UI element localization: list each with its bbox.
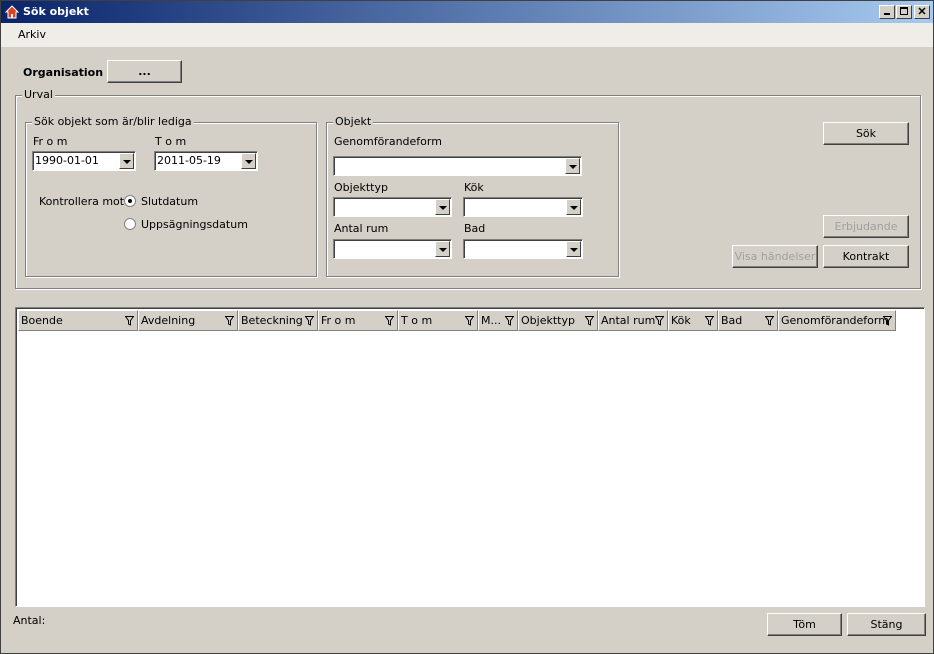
column-header-label: Antal rum [601, 314, 656, 327]
column-header-label: M... [481, 314, 501, 327]
filter-icon[interactable] [305, 316, 314, 326]
minimize-button[interactable] [879, 5, 895, 19]
urval-legend: Urval [22, 88, 55, 101]
filter-icon[interactable] [225, 316, 234, 326]
close-icon [918, 7, 926, 15]
column-header[interactable]: Genomförandeform [778, 310, 896, 331]
radio-uppsagningsdatum-label[interactable]: Uppsägningsdatum [141, 218, 248, 231]
genomforandeform-select[interactable] [333, 156, 582, 176]
column-header[interactable]: M... [478, 310, 518, 331]
urval-group: Urval Sök objekt som är/blir lediga Fr o… [15, 88, 921, 289]
filter-icon[interactable] [385, 316, 394, 326]
kok-label: Kök [464, 181, 484, 194]
objekttyp-select[interactable] [333, 197, 452, 217]
column-header[interactable]: Bad [718, 310, 778, 331]
objekttyp-dropdown-button[interactable] [435, 199, 450, 215]
column-header-label: Genomförandeform [781, 314, 889, 327]
radio-slutdatum[interactable] [124, 195, 136, 207]
to-label: T o m [155, 135, 187, 148]
to-date-dropdown-button[interactable] [241, 153, 256, 169]
kok-dropdown-button[interactable] [566, 199, 581, 215]
from-date-dropdown-button[interactable] [119, 153, 134, 169]
organisation-picker-button[interactable]: ... [107, 60, 182, 83]
column-header-label: Avdelning [141, 314, 196, 327]
from-label: Fr o m [33, 135, 68, 148]
genomforandeform-label: Genomförandeform [334, 135, 442, 148]
column-header[interactable]: Avdelning [138, 310, 238, 331]
title-bar[interactable]: Sök objekt [1, 1, 933, 23]
results-grid[interactable]: Boende Avdelning Beteckning Fr o m T o m M...… [15, 307, 925, 607]
tom-button[interactable]: Töm [767, 613, 842, 636]
to-date-value: 2011-05-19 [157, 154, 221, 167]
filter-icon[interactable] [465, 316, 474, 326]
genomforandeform-dropdown-button[interactable] [565, 158, 580, 174]
menu-arkiv[interactable]: Arkiv [18, 28, 46, 41]
from-date-field[interactable]: 1990-01-01 [32, 151, 136, 171]
antal-rum-dropdown-button[interactable] [435, 241, 450, 257]
sok-objekt-window: Sök objekt Arkiv Organisation ... Urval … [0, 0, 934, 654]
column-header[interactable]: Objekttyp [518, 310, 598, 331]
organisation-label: Organisation [23, 66, 104, 79]
column-header-label: Kök [671, 314, 691, 327]
column-header-label: Boende [21, 314, 63, 327]
filter-icon[interactable] [125, 316, 134, 326]
stang-button[interactable]: Stäng [847, 613, 926, 636]
column-header-label: Beteckning [241, 314, 303, 327]
column-header[interactable]: Kök [668, 310, 718, 331]
radio-uppsagningsdatum[interactable] [124, 218, 136, 230]
erbjudande-button[interactable]: Erbjudande [823, 215, 909, 238]
filter-icon[interactable] [883, 316, 892, 326]
objekt-legend: Objekt [333, 115, 374, 128]
column-header-label: Bad [721, 314, 743, 327]
column-header[interactable]: Beteckning [238, 310, 318, 331]
sok-button[interactable]: Sök [823, 122, 909, 145]
bad-dropdown-button[interactable] [566, 241, 581, 257]
antal-rum-label: Antal rum [334, 222, 389, 235]
bad-select[interactable] [463, 239, 583, 259]
column-header-label: Objekttyp [521, 314, 575, 327]
close-button[interactable] [914, 5, 930, 19]
kontrakt-button[interactable]: Kontrakt [823, 245, 909, 268]
antal-label: Antal: [13, 614, 46, 627]
column-header-label: T o m [401, 314, 433, 327]
from-date-value: 1990-01-01 [35, 154, 99, 167]
maximize-icon [900, 7, 908, 15]
column-header[interactable]: Antal rum [598, 310, 668, 331]
visa-handelser-button[interactable]: Visa händelser [732, 245, 818, 268]
menu-bar: Arkiv [1, 23, 933, 47]
column-header[interactable]: Boende [18, 310, 138, 331]
bad-label: Bad [464, 222, 486, 235]
grid-header: Boende Avdelning Beteckning Fr o m T o m M...… [18, 310, 896, 331]
window-title: Sök objekt [23, 5, 89, 18]
objekt-group: Objekt Genomförandeform Objekttyp Kök An… [326, 115, 619, 277]
column-header[interactable]: T o m [398, 310, 478, 331]
objekttyp-label: Objekttyp [334, 181, 388, 194]
radio-slutdatum-label[interactable]: Slutdatum [141, 195, 198, 208]
column-header[interactable]: Fr o m [318, 310, 398, 331]
filter-icon[interactable] [585, 316, 594, 326]
filter-icon[interactable] [655, 316, 664, 326]
to-date-field[interactable]: 2011-05-19 [154, 151, 258, 171]
antal-rum-select[interactable] [333, 239, 452, 259]
column-header-label: Fr o m [321, 314, 356, 327]
maximize-button[interactable] [896, 5, 912, 19]
kok-select[interactable] [463, 197, 583, 217]
period-group: Sök objekt som är/blir lediga Fr o m 199… [25, 115, 317, 277]
house-icon [5, 5, 19, 19]
filter-icon[interactable] [705, 316, 714, 326]
period-legend: Sök objekt som är/blir lediga [32, 115, 194, 128]
filter-icon[interactable] [765, 316, 774, 326]
minimize-icon [884, 13, 890, 15]
filter-icon[interactable] [505, 316, 514, 326]
check-against-label: Kontrollera mot [39, 195, 125, 208]
